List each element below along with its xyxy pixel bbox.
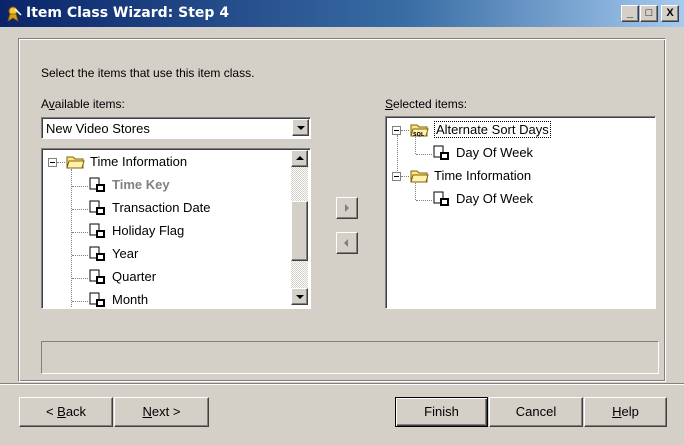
next-button[interactable]: Next >: [114, 397, 209, 427]
item-icon: [89, 200, 105, 215]
remove-item-button[interactable]: [336, 232, 358, 254]
arrow-up-icon: [296, 156, 304, 160]
tree-node-label: Transaction Date: [112, 200, 211, 215]
finish-button[interactable]: Finish: [395, 397, 488, 427]
selected-items-tree[interactable]: SQL Alternate Sort Days Day Of Week Time…: [385, 116, 656, 309]
cancel-label: Cancel: [515, 404, 557, 419]
maximize-button[interactable]: □: [640, 5, 658, 22]
title-bar[interactable]: Item Class Wizard: Step 4 _ □ X: [0, 0, 684, 27]
description-box: [41, 341, 659, 374]
add-item-button[interactable]: [336, 197, 358, 219]
available-label-prefix: A: [41, 97, 49, 111]
button-separator: [0, 383, 684, 385]
tree-node-label: Time Information: [90, 154, 188, 169]
item-icon: [89, 292, 105, 307]
back-label-prefix: <: [45, 404, 58, 419]
table-select-value: New Video Stores: [46, 121, 150, 136]
window-title: Item Class Wizard: Step 4: [26, 5, 230, 21]
next-label-accel: N: [142, 404, 152, 419]
collapse-toggle[interactable]: [392, 172, 401, 181]
tree-node-label: Year: [112, 246, 139, 261]
item-icon: [89, 269, 105, 284]
scroll-up-button[interactable]: [291, 150, 308, 167]
item-icon: [433, 191, 449, 206]
minimize-icon: _: [626, 7, 634, 19]
item-icon: [89, 177, 105, 192]
tree-node-label: Holiday Flag: [112, 223, 185, 238]
tree-node-label: Alternate Sort Days: [434, 121, 551, 138]
tree-node-label: Day Of Week: [456, 191, 534, 206]
available-tree-scrollbar[interactable]: [291, 150, 308, 305]
arrow-left-icon: [344, 239, 348, 247]
wizard-icon: [7, 6, 22, 22]
available-items-label: Available items:: [41, 97, 125, 111]
tree-node-label: Time Information: [434, 168, 532, 183]
folder-open-icon: [66, 156, 85, 169]
cancel-button[interactable]: Cancel: [489, 397, 583, 427]
back-label-accel: B: [57, 404, 66, 419]
available-label-rest: ailable items:: [54, 97, 125, 111]
wizard-window: Item Class Wizard: Step 4 _ □ X Select t…: [0, 0, 684, 445]
item-icon: [89, 223, 105, 238]
next-label-rest: ext >: [151, 404, 181, 419]
table-select[interactable]: New Video Stores: [41, 117, 311, 139]
minimize-button[interactable]: _: [621, 5, 639, 22]
table-select-dropdown-button[interactable]: [292, 119, 309, 136]
tree-node-label: Month: [112, 292, 149, 307]
instruction-text: Select the items that use this item clas…: [41, 66, 255, 80]
maximize-icon: □: [645, 7, 653, 19]
tree-node-label: Day Of Week: [456, 145, 534, 160]
help-label-rest: elp: [621, 404, 639, 419]
tree-node-label: Quarter: [112, 269, 157, 284]
folder-open-icon: [410, 170, 429, 183]
tree-node-label: Time Key: [112, 177, 170, 192]
arrow-right-icon: [345, 204, 349, 212]
selected-label-rest: elected items:: [393, 97, 468, 111]
collapse-toggle[interactable]: [392, 126, 401, 135]
close-button[interactable]: X: [661, 5, 679, 22]
chevron-down-icon: [297, 126, 305, 130]
back-button[interactable]: < Back: [19, 397, 113, 427]
help-label-accel: H: [612, 404, 622, 419]
close-icon: X: [666, 7, 674, 19]
scroll-down-button[interactable]: [291, 288, 308, 305]
finish-label: Finish: [424, 404, 459, 419]
selected-label-accel: S: [385, 97, 394, 111]
scroll-thumb[interactable]: [291, 201, 308, 261]
selected-items-label: Selected items:: [385, 97, 467, 111]
item-icon: [89, 246, 105, 261]
back-label-rest: ack: [65, 404, 87, 419]
help-button[interactable]: Help: [584, 397, 667, 427]
collapse-toggle[interactable]: [48, 158, 57, 167]
available-items-tree[interactable]: Time Information Time Key Transaction Da…: [41, 148, 311, 309]
sql-folder-icon: SQL: [410, 124, 429, 138]
item-icon: [433, 145, 449, 160]
svg-text:SQL: SQL: [413, 132, 425, 138]
arrow-down-icon: [296, 295, 304, 299]
